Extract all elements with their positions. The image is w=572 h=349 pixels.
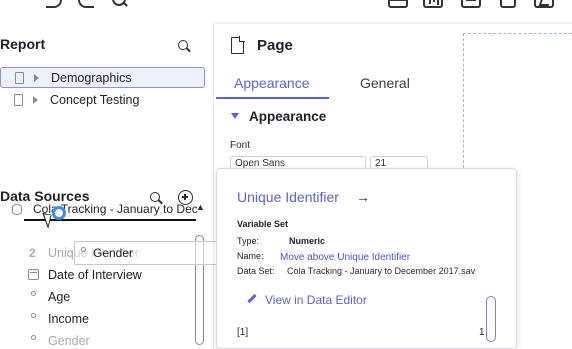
report-item-label: Demographics [51,71,132,85]
loading-icon [52,206,66,220]
value-count: 1 [479,327,485,338]
categorical-icon [31,335,36,347]
variable-label: Income [48,312,89,326]
active-tab-indicator [216,97,329,99]
chevron-right-icon[interactable] [33,96,38,104]
dataset-value: Cola Tracking - January to December 2017… [287,266,476,276]
categorical-icon [81,247,86,254]
redo-icon[interactable] [78,0,94,8]
sort-icon[interactable]: ▲ [196,202,205,212]
page-icon [231,36,245,54]
search-icon[interactable] [112,0,128,8]
popover-kind: Variable Set [237,219,289,229]
report-title: Report [0,36,46,52]
numeric-icon: 2 [29,246,36,260]
move-above-hint: Move above Unique Identifier [280,252,411,263]
table-icon[interactable] [388,0,408,8]
variable-popover: Unique Identifier → Variable Set Type: N… [216,168,517,349]
section-appearance[interactable]: Appearance [249,109,326,124]
header-divider [215,22,572,24]
dataset-label: Data Set: [237,266,275,276]
pencil-icon[interactable] [247,293,257,304]
categorical-icon [31,291,36,303]
font-label: Font [230,140,251,151]
page-icon [14,94,23,106]
chart-icon[interactable] [423,0,443,8]
chevron-down-icon[interactable] [231,113,239,119]
value-index: [1] [237,327,249,338]
arrow-right-icon[interactable]: → [356,189,370,205]
tab-appearance[interactable]: Appearance [234,75,310,97]
date-icon [28,269,39,280]
popover-title[interactable]: Unique Identifier [237,189,339,205]
variable-row[interactable]: Gender [0,330,196,349]
report-item-concept-testing[interactable]: Concept Testing [0,90,205,111]
variable-label: Date of Interview [48,268,142,282]
drag-ghost-label: Gender [93,246,134,260]
variable-label: Gender [48,334,90,348]
page-icon [15,72,24,84]
export-icon[interactable] [500,0,516,8]
menu-icon[interactable] [8,0,28,8]
report-item-label: Concept Testing [50,93,140,107]
report-item-demographics[interactable]: Demographics [0,67,205,88]
search-icon[interactable] [178,40,190,52]
image-icon[interactable] [534,0,554,8]
variable-label: Age [48,290,71,304]
page-canvas[interactable] [463,33,572,173]
name-label: Name: [237,251,264,261]
page-icon[interactable] [461,0,481,8]
variable-row[interactable]: Date of Interview [0,264,196,286]
database-icon [12,204,22,215]
top-toolbar [0,0,572,10]
variable-row[interactable]: Age [0,286,196,308]
tab-general[interactable]: General [360,75,410,97]
chevron-right-icon[interactable] [34,74,39,82]
data-file-row[interactable]: Cola Tracking - January to December 2017… [0,198,205,220]
undo-icon[interactable] [46,0,62,8]
categorical-icon [31,313,36,325]
page-heading: Page [257,37,293,54]
type-label: Type: [237,236,260,246]
variable-row[interactable]: Income [0,308,196,330]
scrollbar[interactable] [486,296,496,342]
type-value: Numeric [289,236,326,246]
view-in-data-editor-link[interactable]: View in Data Editor [265,293,367,307]
